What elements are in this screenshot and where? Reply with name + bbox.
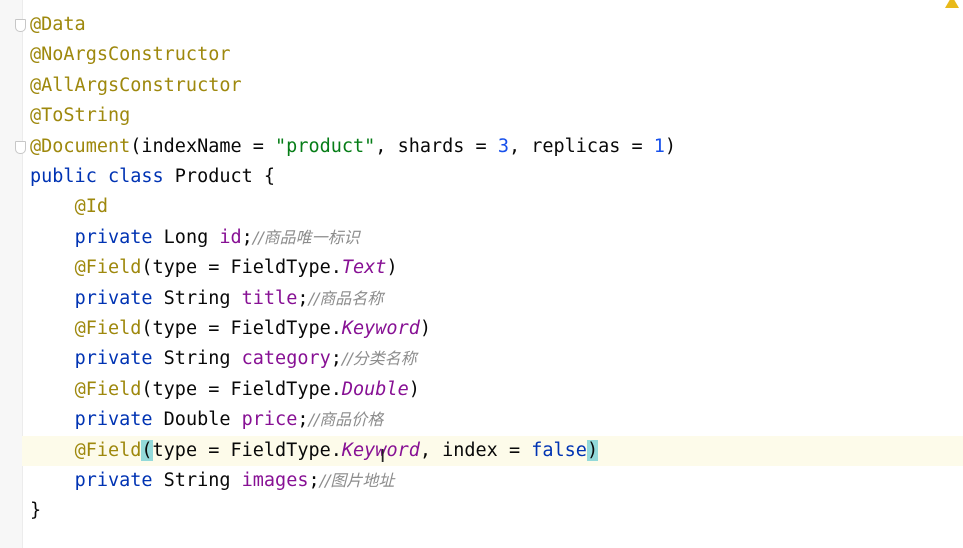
code-token: title: [241, 287, 298, 309]
code-line[interactable]: @Field(type = FieldType.Text): [30, 253, 398, 283]
code-token: , replicas =: [508, 135, 654, 157]
code-token: Double: [163, 409, 242, 431]
code-token: ): [386, 257, 398, 279]
fold-marker-icon[interactable]: [15, 19, 26, 32]
code-token: //商品唯一标识: [252, 227, 360, 247]
code-line[interactable]: @Field(type = FieldType.Keyword): [30, 314, 431, 344]
editor-gutter[interactable]: [0, 0, 23, 548]
code-token: @AllArgsConstructor: [30, 74, 242, 96]
code-token: @NoArgsConstructor: [30, 44, 231, 66]
code-line[interactable]: private Double price;//商品价格: [30, 405, 384, 435]
code-token: private: [74, 409, 164, 431]
code-token: ;: [297, 287, 309, 309]
code-token: price: [241, 409, 298, 431]
code-token: Long: [163, 226, 220, 248]
code-token: Double: [341, 378, 409, 400]
code-token: ;: [308, 470, 320, 491]
code-token: ;: [241, 226, 253, 248]
code-token: @Document: [30, 135, 131, 157]
code-token: private: [74, 470, 164, 491]
fold-marker-icon[interactable]: [15, 141, 26, 154]
code-token: ): [408, 378, 420, 400]
code-token: ): [586, 439, 599, 461]
code-token: (type = FieldType.: [141, 318, 342, 339]
code-token: images: [241, 470, 309, 491]
code-token: String: [163, 287, 242, 309]
code-line[interactable]: private String category;//分类名称: [30, 344, 417, 374]
code-token: 3: [497, 135, 509, 157]
code-token: private: [74, 348, 164, 370]
code-token: @Field: [74, 439, 142, 461]
code-token: @Field: [74, 378, 142, 400]
code-line[interactable]: @ToString: [30, 101, 130, 131]
code-token: (indexName =: [130, 135, 276, 157]
code-token: private: [74, 226, 164, 248]
code-token: "product": [275, 135, 376, 157]
code-token: //分类名称: [341, 349, 417, 369]
code-line[interactable]: public class Product {: [30, 162, 275, 192]
code-line[interactable]: @Field(type = FieldType.Keyword, index =…: [22, 435, 963, 466]
code-token: //商品名称: [308, 288, 384, 308]
code-token: ;: [297, 409, 309, 431]
code-token: ): [419, 318, 431, 339]
code-token: (type = FieldType.: [141, 378, 342, 400]
code-line[interactable]: @Id: [30, 192, 108, 222]
code-token: , index =: [419, 439, 532, 461]
code-token: Keyword: [341, 318, 420, 339]
code-token: }: [30, 500, 42, 522]
warning-icon[interactable]: [945, 0, 959, 8]
code-line[interactable]: @NoArgsConstructor: [30, 40, 230, 70]
code-token: String: [163, 348, 242, 370]
code-token: ;: [330, 348, 342, 370]
code-line[interactable]: @Document(indexName = "product", shards …: [30, 132, 676, 162]
code-token: type = FieldType.: [152, 439, 342, 461]
code-token: ): [664, 135, 677, 157]
code-line[interactable]: }: [30, 496, 41, 526]
code-token: (: [141, 439, 153, 461]
code-line[interactable]: private String images;//图片地址: [30, 466, 395, 496]
code-token: //图片地址: [319, 471, 395, 490]
code-token: @Field: [74, 257, 142, 279]
code-token: @Data: [30, 14, 86, 35]
code-token: Product {: [174, 166, 276, 187]
code-token: @Id: [74, 196, 108, 218]
code-line[interactable]: private Long id;//商品唯一标识: [30, 223, 360, 253]
code-line[interactable]: @Data: [30, 10, 86, 40]
code-line[interactable]: @AllArgsConstructor: [30, 71, 242, 101]
code-token: //商品价格: [308, 410, 384, 430]
code-token: String: [163, 470, 242, 491]
code-token: Text: [341, 257, 387, 279]
code-line[interactable]: @Field(type = FieldType.Double): [30, 375, 420, 405]
code-token: id: [219, 226, 242, 248]
code-token: private: [74, 287, 164, 309]
code-token: category: [241, 348, 331, 370]
code-token: false: [531, 439, 587, 461]
code-token: 1: [653, 135, 665, 157]
code-token: public class: [30, 166, 175, 187]
text-cursor-icon: I: [380, 446, 386, 467]
code-line[interactable]: private String title;//商品名称: [30, 284, 384, 314]
code-token: @ToString: [30, 105, 131, 127]
code-token: (type = FieldType.: [141, 257, 342, 279]
code-token: , shards =: [375, 135, 498, 157]
code-token: @Field: [74, 318, 142, 339]
